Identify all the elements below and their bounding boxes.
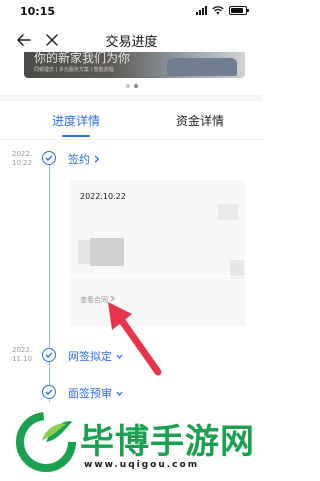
- step-label: 签约: [68, 153, 90, 166]
- banner-title: 你的新家我们为你: [34, 52, 131, 65]
- promo-banner[interactable]: 你的新家我们为你 同频理念 | 多元服务方案 | 智能流程: [24, 52, 245, 78]
- page-title: 交易进度: [105, 35, 158, 50]
- battery-icon: [229, 6, 249, 15]
- tab-bar: 进度详情 资金详情: [0, 104, 263, 140]
- step-online-signing[interactable]: 网签拟定: [68, 348, 123, 364]
- status-time: 10:15: [20, 5, 56, 18]
- signal-icon: [196, 6, 207, 15]
- carousel-dot[interactable]: [126, 84, 130, 88]
- annotation-arrow-icon: [108, 302, 162, 376]
- step-signing[interactable]: 签约: [68, 151, 100, 167]
- step-label: 网签拟定: [68, 350, 112, 363]
- step-label: 面签预审: [68, 387, 112, 400]
- status-bar: 10:15: [0, 0, 263, 24]
- carousel-dot-active[interactable]: [134, 84, 138, 88]
- carousel-dots: [126, 84, 138, 88]
- active-tab-indicator: [62, 135, 90, 137]
- chevron-down-icon: [116, 354, 123, 359]
- step-date: 2022. 11.10: [12, 346, 33, 363]
- check-icon: [42, 348, 56, 362]
- contract-date: 2022.10.22: [80, 192, 126, 201]
- watermark: 毕博手游网 www.uqigou.com: [0, 404, 263, 481]
- section-divider: [0, 95, 263, 101]
- watermark-logo-icon: [16, 412, 76, 472]
- tab-progress-details[interactable]: 进度详情: [52, 112, 100, 129]
- timeline-line: [49, 162, 50, 402]
- step-date: 2022. 10.22: [12, 150, 33, 167]
- watermark-url: www.uqigou.com: [84, 460, 200, 470]
- status-icons: [196, 6, 249, 15]
- tab-funds-details[interactable]: 资金详情: [176, 112, 224, 129]
- blurred-content: [78, 240, 90, 264]
- blurred-content: [90, 238, 124, 266]
- wifi-icon: [212, 6, 224, 15]
- chevron-down-icon: [116, 391, 123, 396]
- step-pre-review[interactable]: 面签预审: [68, 385, 123, 401]
- card-divider: [70, 276, 245, 277]
- check-icon: [42, 385, 56, 399]
- blurred-content: [218, 204, 238, 220]
- watermark-brand: 毕博手游网: [80, 422, 255, 462]
- check-icon: [42, 151, 56, 165]
- nav-bar: 交易进度: [0, 26, 263, 54]
- banner-subtitle: 同频理念 | 多元服务方案 | 智能流程: [34, 67, 114, 73]
- chevron-right-icon: [94, 155, 100, 163]
- sofa-image: [167, 58, 237, 76]
